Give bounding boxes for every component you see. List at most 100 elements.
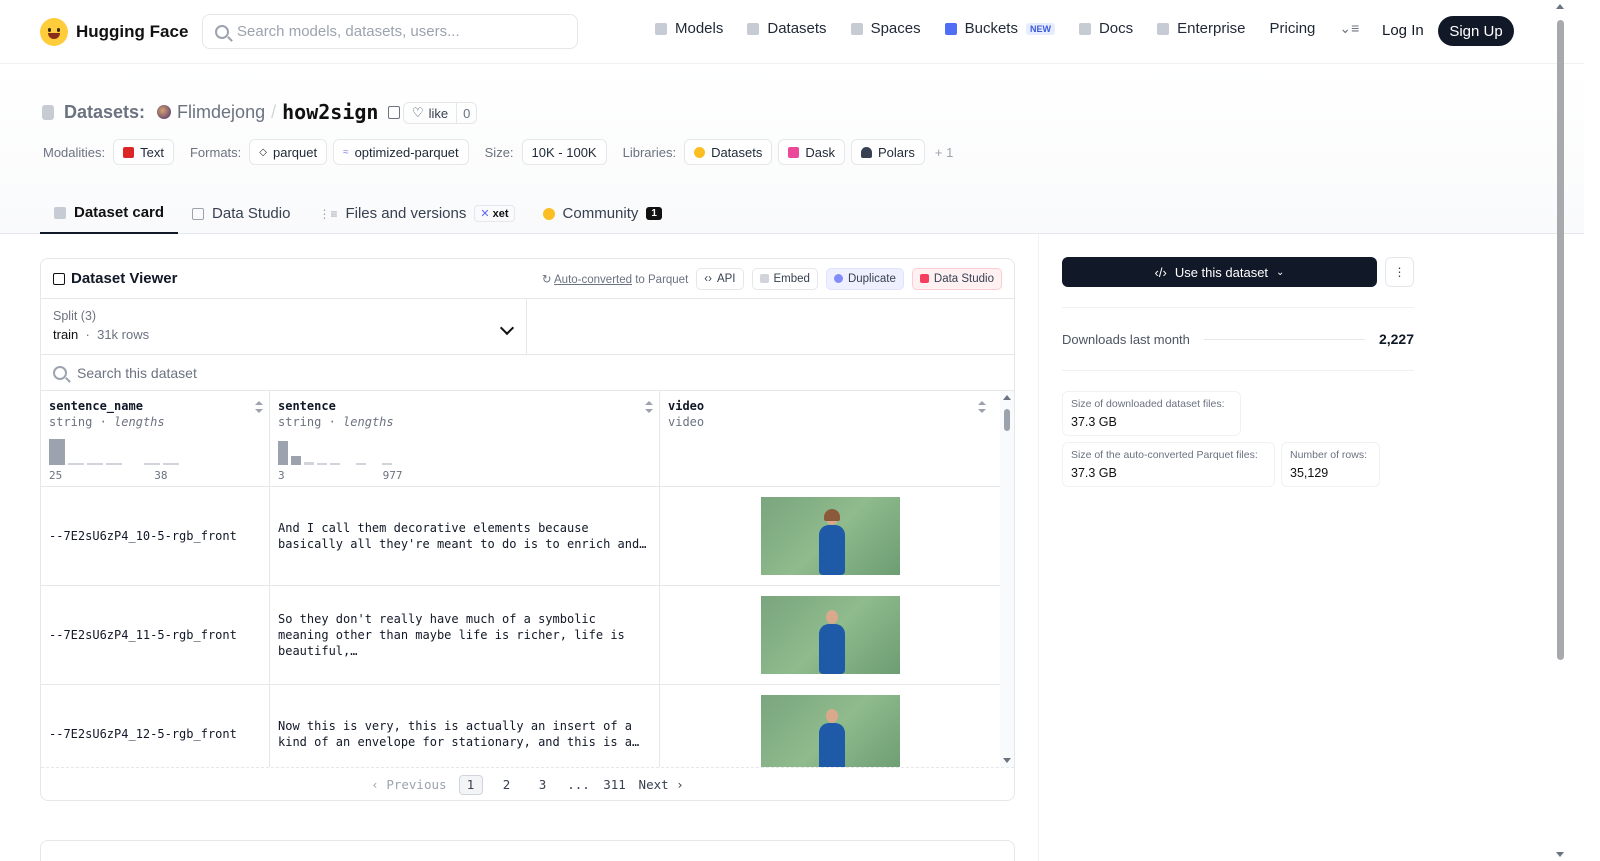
- page-scrollbar[interactable]: [1553, 0, 1568, 861]
- length-histogram[interactable]: [278, 439, 392, 465]
- histogram-bar[interactable]: [68, 463, 84, 465]
- table-row[interactable]: --7E2sU6zP4_10-5-rgb_front And I call th…: [41, 487, 1014, 586]
- dataset-name[interactable]: how2sign: [282, 100, 378, 124]
- split-selector[interactable]: Split (3) train · 31k rows: [41, 299, 527, 354]
- tag-optimized-parquet[interactable]: ≈ optimized-parquet: [333, 139, 469, 165]
- embed-button[interactable]: Embed: [751, 267, 818, 290]
- page-1[interactable]: 1: [458, 774, 483, 795]
- histogram-bar[interactable]: [49, 439, 65, 465]
- use-this-dataset-button[interactable]: ‹/› Use this dataset ⌄: [1062, 257, 1377, 287]
- tag-dask-library[interactable]: Dask: [778, 139, 845, 165]
- hugging-face-icon: [40, 18, 68, 46]
- cell-sentence-name[interactable]: --7E2sU6zP4_11-5-rgb_front: [41, 586, 270, 684]
- histogram-bar[interactable]: [382, 463, 392, 465]
- scroll-thumb[interactable]: [1557, 20, 1564, 660]
- more-options-button[interactable]: ⋮: [1385, 257, 1414, 287]
- sort-icon[interactable]: [978, 401, 986, 413]
- tab-data-studio[interactable]: Data Studio: [178, 193, 304, 234]
- data-studio-icon: [919, 274, 929, 283]
- tab-dataset-card[interactable]: Dataset card: [40, 193, 179, 234]
- tag-parquet[interactable]: ◇ parquet: [249, 139, 328, 165]
- tab-community[interactable]: Community 1: [529, 193, 676, 234]
- scroll-up-icon[interactable]: [1556, 4, 1564, 9]
- histogram-bar[interactable]: [304, 462, 314, 465]
- nav-link-spaces[interactable]: Spaces: [850, 20, 921, 37]
- scroll-up-icon[interactable]: [1003, 395, 1011, 400]
- table-header: sentence_name string · lengths 25 38 sent…: [41, 391, 1014, 487]
- next-page-button[interactable]: Next ›: [639, 777, 684, 792]
- cell-video[interactable]: [660, 487, 1000, 585]
- histogram-bar[interactable]: [356, 463, 366, 465]
- nav-link-pricing[interactable]: Pricing: [1270, 20, 1316, 37]
- tag-size[interactable]: 10K - 100K: [521, 139, 607, 165]
- dataset-search-input[interactable]: Search this dataset: [41, 355, 1014, 391]
- api-button[interactable]: ‹› API: [696, 267, 744, 290]
- tag-datasets-library[interactable]: Datasets: [684, 139, 773, 165]
- owner-avatar[interactable]: [157, 105, 172, 119]
- nav-link-datasets[interactable]: Datasets: [747, 20, 827, 37]
- cell-sentence-name[interactable]: --7E2sU6zP4_12-5-rgb_front: [41, 685, 270, 767]
- auto-converted-note[interactable]: ↻ Auto-converted to Parquet: [542, 272, 688, 286]
- video-thumbnail[interactable]: [760, 695, 900, 767]
- database-icon: [747, 22, 760, 35]
- tag-label-text: Polars: [878, 144, 915, 160]
- video-thumbnail[interactable]: [760, 596, 900, 674]
- tab-label: Files and versions: [345, 205, 467, 222]
- nav-link-enterprise[interactable]: Enterprise: [1157, 20, 1246, 37]
- nav-link-docs[interactable]: Docs: [1078, 20, 1133, 37]
- histogram-bar[interactable]: [317, 463, 327, 465]
- cell-sentence-name[interactable]: --7E2sU6zP4_10-5-rgb_front: [41, 487, 270, 585]
- libraries-label: Libraries:: [622, 144, 677, 160]
- stat-label: Size of downloaded dataset files:: [1071, 398, 1225, 410]
- brand-logo[interactable]: Hugging Face: [40, 18, 188, 46]
- cell-sentence[interactable]: Now this is very, this is actually an in…: [270, 685, 660, 767]
- scroll-thumb[interactable]: [1004, 409, 1010, 431]
- sort-icon[interactable]: [645, 401, 653, 413]
- histogram-bar[interactable]: [163, 463, 179, 465]
- more-libraries[interactable]: + 1: [935, 145, 953, 160]
- cell-sentence[interactable]: So they don't really have much of a symb…: [270, 586, 660, 684]
- duplicate-button[interactable]: Duplicate: [825, 267, 904, 290]
- scroll-down-icon[interactable]: [1003, 758, 1011, 763]
- breadcrumb-section[interactable]: Datasets:: [64, 102, 145, 123]
- tab-files[interactable]: ⋮≡ Files and versions ✕ xet: [304, 193, 528, 234]
- sort-icon[interactable]: [255, 401, 263, 413]
- previous-page-button[interactable]: ‹ Previous: [371, 777, 446, 792]
- page-2[interactable]: 2: [495, 775, 519, 795]
- auto-converted-link[interactable]: Auto-converted: [554, 274, 632, 286]
- tag-label-text: Text: [140, 144, 164, 160]
- cell-video[interactable]: [660, 685, 1000, 767]
- nav-link-buckets[interactable]: Buckets NEW: [944, 20, 1055, 37]
- histogram-bar[interactable]: [278, 441, 288, 465]
- table-row[interactable]: --7E2sU6zP4_12-5-rgb_front Now this is v…: [41, 685, 1014, 767]
- more-menu-icon[interactable]: ⌄≡: [1339, 20, 1359, 37]
- tag-text[interactable]: Text: [113, 139, 174, 165]
- search-input[interactable]: Search models, datasets, users...: [202, 14, 578, 49]
- data-studio-button[interactable]: Data Studio: [911, 267, 1002, 290]
- like-button[interactable]: ♡ like 0: [403, 102, 478, 124]
- table-scrollbar[interactable]: [1000, 391, 1014, 767]
- nav-link-models[interactable]: Models: [655, 20, 723, 37]
- cell-video[interactable]: [660, 586, 1000, 684]
- histogram-bar[interactable]: [291, 456, 301, 465]
- histogram-bar[interactable]: [144, 463, 160, 465]
- copy-icon[interactable]: [388, 105, 401, 119]
- table-row[interactable]: --7E2sU6zP4_11-5-rgb_front So they don't…: [41, 586, 1014, 685]
- column-header-sentence[interactable]: sentence string · lengths 3 977: [270, 391, 660, 486]
- video-thumbnail[interactable]: [760, 497, 900, 575]
- tag-polars-library[interactable]: Polars: [851, 139, 925, 165]
- histogram-bar[interactable]: [87, 463, 103, 465]
- signup-button[interactable]: Sign Up: [1438, 16, 1514, 46]
- cell-sentence[interactable]: And I call them decorative elements beca…: [270, 487, 660, 585]
- histogram-bar[interactable]: [106, 463, 122, 465]
- length-histogram[interactable]: [49, 439, 179, 465]
- page-3[interactable]: 3: [531, 775, 555, 795]
- page-last[interactable]: 311: [603, 775, 627, 795]
- scroll-down-icon[interactable]: [1556, 852, 1564, 857]
- owner-link[interactable]: Flimdejong: [177, 102, 265, 123]
- column-header-video[interactable]: video video: [660, 391, 1000, 486]
- histogram-bar[interactable]: [330, 463, 340, 465]
- login-link[interactable]: Log In: [1382, 22, 1424, 39]
- column-header-sentence-name[interactable]: sentence_name string · lengths 25 38: [41, 391, 270, 486]
- column-type: video: [668, 415, 705, 429]
